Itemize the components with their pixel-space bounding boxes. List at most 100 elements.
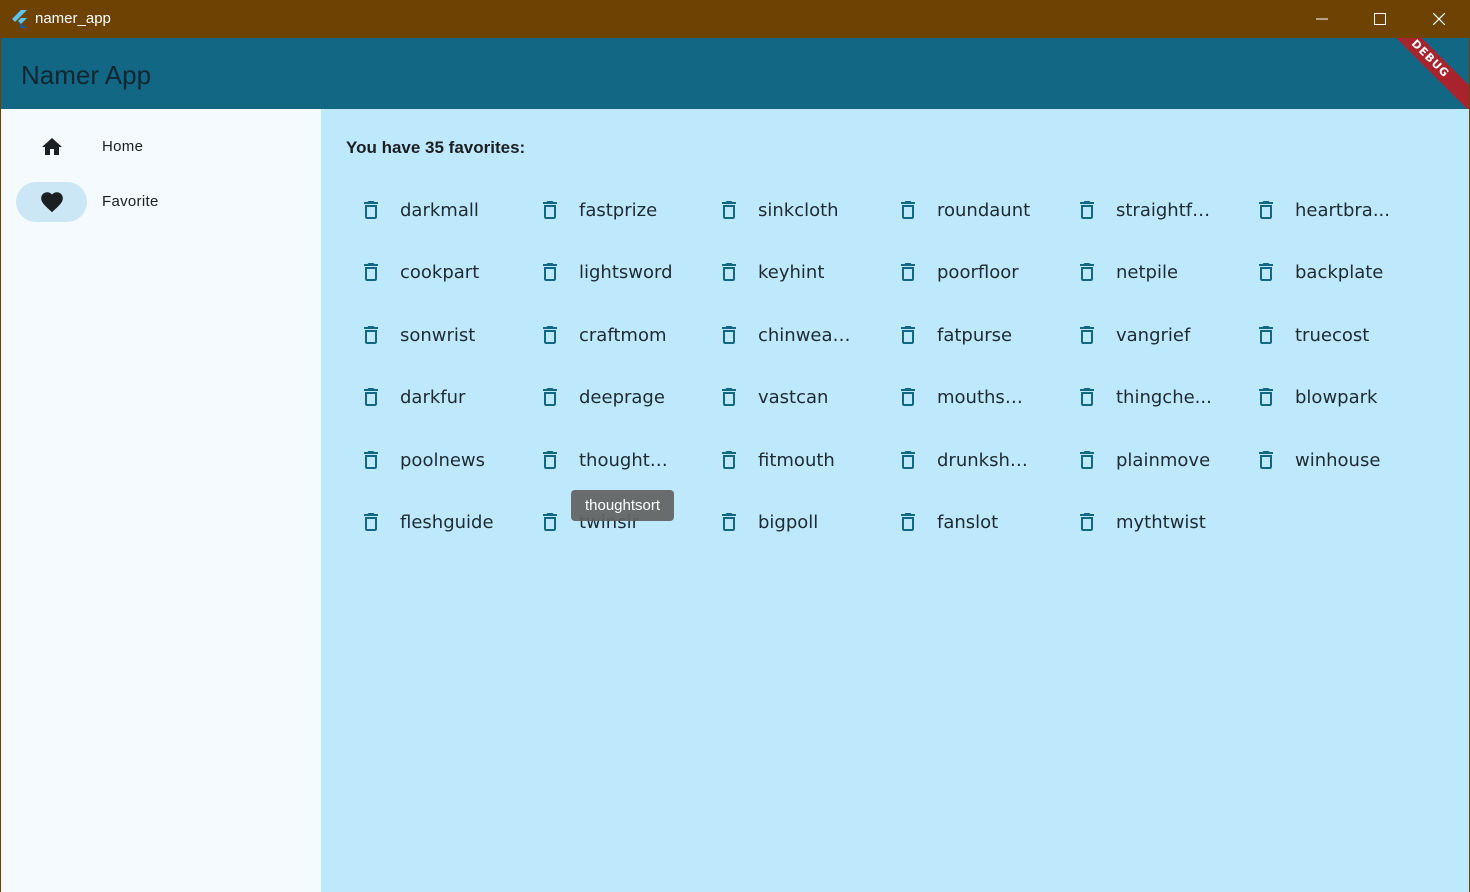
delete-icon[interactable] [538,323,562,347]
favorite-item: sonwrist [321,315,496,355]
favorite-word: vastcan [758,387,829,409]
heart-icon [40,192,63,213]
tooltip: thoughtsort [571,490,674,521]
favorite-item: poorfloor [858,252,1033,292]
favorite-item: cookpart [321,252,496,292]
favorite-item: blowpark [1216,377,1391,417]
delete-icon[interactable] [538,385,562,409]
delete-icon[interactable] [896,385,920,409]
favorite-word: heartbra... [1295,200,1390,221]
navigation-rail: Home Favorite [1,109,321,892]
favorite-word: drunksha... [937,449,1033,471]
delete-icon[interactable] [1075,323,1099,347]
delete-icon[interactable] [359,448,383,472]
favorite-word: darkfur [400,387,466,409]
favorite-word: winhouse [1295,449,1381,471]
delete-icon[interactable] [1075,448,1099,472]
delete-icon[interactable] [717,260,741,284]
rail-item-home[interactable]: Home [16,127,306,167]
favorite-word: cookpart [400,262,480,284]
delete-icon[interactable] [538,510,562,534]
favorite-word: mouthsp... [937,387,1033,409]
rail-icon-container-selected [16,182,87,222]
favorite-item: drunksha... [858,440,1033,480]
favorite-item: fastprize [500,190,675,230]
favorites-heading: You have 35 favorites: [346,138,526,157]
delete-icon[interactable] [359,260,383,284]
close-button[interactable] [1410,0,1468,38]
delete-icon[interactable] [896,260,920,284]
favorite-item: mythtwist [1037,502,1212,542]
delete-icon[interactable] [1254,260,1278,284]
favorite-item: truecost [1216,315,1391,355]
delete-icon[interactable] [538,198,562,222]
favorite-item: plainmove [1037,440,1212,480]
delete-icon[interactable] [717,510,741,534]
favorite-word: darkmall [400,200,479,221]
window-title-bar[interactable]: namer_app [0,0,1470,38]
delete-icon[interactable] [1075,510,1099,534]
delete-icon[interactable] [538,260,562,284]
favorite-item: vangrief [1037,315,1212,355]
close-icon [1433,13,1445,25]
favorite-word: fanslot [937,512,999,533]
favorite-word: backplate [1295,262,1384,284]
favorite-word: craftmom [579,324,667,346]
favorite-word: netpile [1116,262,1179,284]
delete-icon[interactable] [717,385,741,409]
maximize-icon [1374,13,1386,25]
delete-icon[interactable] [1254,198,1278,222]
delete-icon[interactable] [1254,323,1278,347]
delete-icon[interactable] [896,198,920,222]
delete-icon[interactable] [359,198,383,222]
favorite-item: fatpurse [858,315,1033,355]
favorite-word: keyhint [758,262,825,284]
favorite-item: roundaunt [858,190,1033,230]
favorite-word: lightsword [579,262,673,284]
favorite-item: fanslot [858,502,1033,542]
favorite-item: netpile [1037,252,1212,292]
favorite-word: poolnews [400,449,486,471]
favorite-item: straightfr... [1037,190,1212,230]
favorite-item: deeprage [500,377,675,417]
minimize-button[interactable] [1293,0,1351,38]
home-icon [41,138,62,155]
delete-icon[interactable] [1075,260,1099,284]
favorite-word: sonwrist [400,324,476,346]
favorite-item: heartbra... [1216,190,1391,230]
delete-icon[interactable] [359,510,383,534]
favorite-item: darkfur [321,377,496,417]
favorite-item: bigpoll [679,502,854,542]
delete-icon[interactable] [359,385,383,409]
favorite-word: bigpoll [758,512,819,533]
favorite-item: thingche... [1037,377,1212,417]
delete-icon[interactable] [359,323,383,347]
favorite-item: vastcan [679,377,854,417]
favorite-word: roundaunt [937,200,1031,221]
delete-icon[interactable] [717,323,741,347]
favorite-word: fleshguide [400,512,494,533]
favorites-page: You have 35 favorites: darkmall fastprize… [321,109,1469,892]
delete-icon[interactable] [896,323,920,347]
favorite-item: sinkcloth [679,190,854,230]
maximize-button[interactable] [1351,0,1409,38]
delete-icon[interactable] [896,510,920,534]
window-title: namer_app [35,10,111,27]
delete-icon[interactable] [1075,385,1099,409]
delete-icon[interactable] [896,448,920,472]
delete-icon[interactable] [717,198,741,222]
favorite-item: winhouse [1216,440,1391,480]
favorite-item: thoughts... [500,440,675,480]
delete-icon[interactable] [717,448,741,472]
favorite-word: mythtwist [1116,512,1206,533]
favorite-word: fatpurse [937,324,1013,346]
rail-item-favorite[interactable]: Favorite [16,182,306,222]
delete-icon[interactable] [538,448,562,472]
delete-icon[interactable] [1254,448,1278,472]
app-bar: Namer App DEBUG [1,38,1469,109]
favorite-item: backplate [1216,252,1391,292]
delete-icon[interactable] [1075,198,1099,222]
favorite-word: thoughts... [579,449,675,471]
delete-icon[interactable] [1254,385,1278,409]
minimize-icon [1316,18,1328,20]
